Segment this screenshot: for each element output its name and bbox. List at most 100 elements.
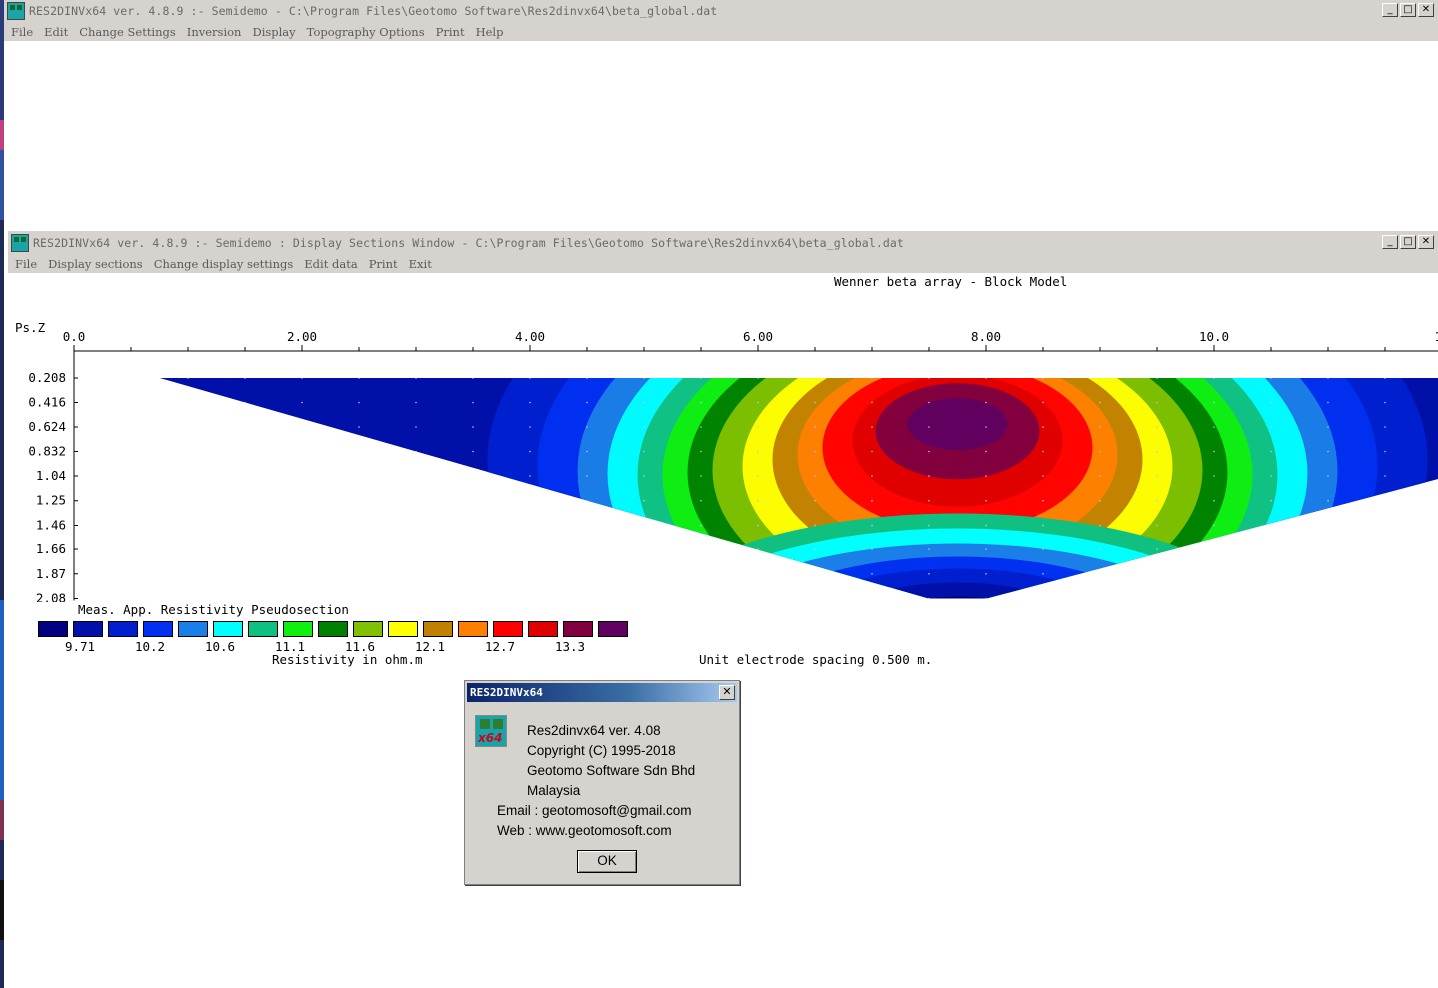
menu-display[interactable]: Display: [252, 25, 295, 39]
data-point: [985, 572, 987, 575]
menu-edit[interactable]: Edit: [44, 25, 68, 39]
legend-swatch: [213, 621, 243, 637]
legend-swatch: [248, 621, 278, 637]
data-point: [1099, 572, 1101, 575]
legend-swatch: [178, 621, 208, 637]
data-point: [1327, 597, 1329, 599]
ok-button[interactable]: OK: [577, 850, 637, 873]
data-point: [757, 450, 759, 453]
data-point: [244, 378, 246, 379]
child-menu-change-display-settings[interactable]: Change display settings: [154, 257, 294, 271]
data-point: [358, 378, 360, 379]
child-minimize-button[interactable]: _: [1382, 235, 1398, 249]
child-app-icon: [11, 234, 29, 252]
data-point: [1099, 450, 1101, 453]
data-point: [586, 524, 588, 527]
about-dialog-titlebar[interactable]: RES2DINVx64 ✕: [467, 683, 737, 702]
data-point: [130, 548, 132, 550]
data-point: [814, 475, 816, 477]
data-point: [358, 426, 360, 428]
data-point: [187, 548, 189, 550]
menu-change-settings[interactable]: Change Settings: [79, 25, 176, 39]
data-point: [700, 450, 702, 453]
data-point: [1384, 499, 1386, 502]
legend-swatch: [388, 621, 418, 637]
child-close-button[interactable]: ✕: [1418, 235, 1434, 249]
data-point: [472, 524, 474, 527]
data-point: [301, 499, 303, 502]
data-point: [871, 426, 873, 428]
data-point: [472, 378, 474, 379]
data-point: [472, 426, 474, 428]
menu-help[interactable]: Help: [476, 25, 504, 39]
menu-topography-options[interactable]: Topography Options: [307, 25, 425, 39]
data-point: [244, 475, 246, 477]
data-point: [187, 401, 189, 404]
app-icon: [7, 2, 25, 20]
minimize-button[interactable]: _: [1382, 3, 1398, 17]
menu-print[interactable]: Print: [436, 25, 465, 39]
pseudosection-plot: 0.0 2.00 4.00 6.00 8.00 10.0 12 0.208 0.416 0.624…: [28, 329, 1438, 602]
data-point: [928, 475, 930, 477]
data-point: [1327, 572, 1329, 575]
data-point: [985, 450, 987, 453]
data-point: [1156, 597, 1158, 599]
data-point: [1270, 524, 1272, 527]
x-tick-label: 4.00: [515, 329, 545, 344]
data-point: [871, 572, 873, 575]
child-menu-edit-data[interactable]: Edit data: [304, 257, 357, 271]
y-tick-label: 0.208: [28, 370, 66, 385]
data-point: [1327, 524, 1329, 527]
data-point: [871, 378, 873, 379]
data-point: [415, 475, 417, 477]
data-point: [928, 548, 930, 550]
data-point: [1156, 572, 1158, 575]
data-point: [472, 401, 474, 404]
data-point: [1042, 524, 1044, 527]
x-tick-label: 2.00: [287, 329, 317, 344]
main-titlebar[interactable]: RES2DINVx64 ver. 4.8.9 :- Semidemo - C:\…: [4, 0, 1438, 22]
data-point: [130, 377, 132, 379]
child-titlebar[interactable]: RES2DINVx64 ver. 4.8.9 :- Semidemo : Dis…: [8, 232, 1438, 254]
data-point: [1156, 548, 1158, 550]
contour-band: [877, 596, 1038, 599]
data-point: [301, 378, 303, 379]
res2dinv-logo-icon: x64: [475, 715, 507, 747]
maximize-button[interactable]: □: [1400, 3, 1416, 17]
child-menu-print[interactable]: Print: [369, 257, 398, 271]
data-point: [1042, 548, 1044, 550]
data-point: [1156, 475, 1158, 477]
data-point: [1042, 401, 1044, 404]
data-point: [472, 572, 474, 575]
child-maximize-button[interactable]: □: [1400, 235, 1416, 249]
data-point: [1327, 450, 1329, 453]
x-tick-label: 8.00: [971, 329, 1001, 344]
data-point: [472, 597, 474, 599]
data-point: [415, 378, 417, 379]
about-close-button[interactable]: ✕: [719, 685, 735, 700]
data-point: [358, 499, 360, 502]
data-point: [1270, 572, 1272, 575]
data-point: [814, 401, 816, 404]
data-point: [985, 597, 987, 599]
child-menu-file[interactable]: File: [15, 257, 37, 271]
data-point: [1270, 499, 1272, 502]
data-point: [814, 524, 816, 527]
data-point: [586, 378, 588, 379]
legend-swatch: [283, 621, 313, 637]
menu-inversion[interactable]: Inversion: [187, 25, 242, 39]
data-point: [244, 548, 246, 550]
data-point: [244, 426, 246, 428]
data-point: [586, 401, 588, 404]
data-point: [1384, 450, 1386, 453]
child-menu-display-sections[interactable]: Display sections: [48, 257, 143, 271]
child-menu-exit[interactable]: Exit: [409, 257, 432, 271]
data-point: [1156, 524, 1158, 527]
data-point: [130, 500, 132, 502]
data-point: [985, 524, 987, 527]
close-button[interactable]: ✕: [1418, 3, 1434, 17]
menu-file[interactable]: File: [11, 25, 33, 39]
data-point: [757, 475, 759, 477]
legend-swatch: [318, 621, 348, 637]
data-point: [814, 499, 816, 502]
